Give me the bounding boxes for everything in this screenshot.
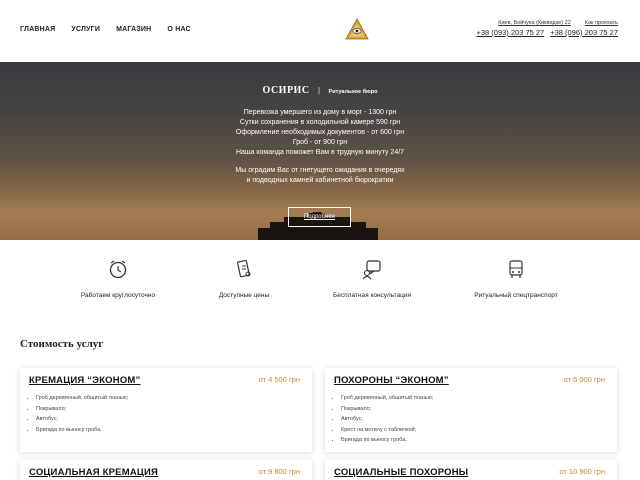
hero-brand: ОСИРИС | Ритуальное бюро <box>0 80 640 98</box>
price-card-social-cremation[interactable]: СОЦИАЛЬНАЯ КРЕМАЦИЯ от 9 800 грн <box>20 460 312 480</box>
feature-item: Ритуальный спецтранспорт <box>456 258 576 299</box>
eye-pyramid-logo[interactable] <box>345 18 369 40</box>
brand-name: ОСИРИС <box>262 85 310 96</box>
hero-offers: Перевозка умершего из дому в морг - 1300… <box>0 108 640 158</box>
card-price: от 10 900 грн <box>559 467 605 476</box>
hero-tagline: Мы оградим Вас от гнетущего ожидания в о… <box>0 166 640 186</box>
card-title[interactable]: КРЕМАЦИЯ “ЭКОНОМ” <box>29 375 141 386</box>
bus-icon <box>509 260 523 278</box>
list-item: Автобус; <box>36 414 128 425</box>
nav-home[interactable]: ГЛАВНАЯ <box>20 26 55 33</box>
more-button[interactable]: Подробнее <box>288 207 351 227</box>
hero-line: и подводных камней кабинетной бюрократии <box>246 177 394 184</box>
hero-line: Наша команда поможет Вам в трудную минут… <box>235 149 405 156</box>
hero-line: Оформление необходимых документов - от 6… <box>235 129 405 136</box>
clock-icon <box>109 260 127 279</box>
feature-label: Доступные цены <box>218 292 270 299</box>
price-card-social-funeral[interactable]: СОЦИАЛЬНЫЕ ПОХОРОНЫ от 10 900 грн <box>325 460 617 480</box>
address-link[interactable]: Киев, Бойчука (Киквидзе) 22 <box>498 20 571 26</box>
list-item: Покрывало; <box>341 404 433 415</box>
price-card-cremation-econom[interactable]: КРЕМАЦИЯ “ЭКОНОМ” от 4 500 грн Гроб дере… <box>20 368 312 452</box>
card-price: от 5 000 грн <box>563 375 605 384</box>
feature-label: Ритуальный спецтранспорт <box>474 292 558 299</box>
card-title[interactable]: ПОХОРОНЫ “ЭКОНОМ” <box>334 375 449 386</box>
hero-line: Мы оградим Вас от гнетущего ожидания в о… <box>235 167 405 174</box>
list-item: Гроб деревянный, обшитый тканью; <box>36 393 128 404</box>
main-nav: ГЛАВНАЯ УСЛУГИ МАГАЗИН О НАС <box>20 26 191 33</box>
price-card-funeral-econom[interactable]: ПОХОРОНЫ “ЭКОНОМ” от 5 000 грн Гроб дере… <box>325 368 617 452</box>
consultation-icon <box>362 260 381 280</box>
list-item: Крест на могилу с табличкой; <box>341 425 433 436</box>
phone-link-1[interactable]: +38 (093) 203 75 27 <box>476 28 544 37</box>
list-item: Бригада по выносу гроба. <box>341 435 433 446</box>
nav-shop[interactable]: МАГАЗИН <box>116 26 151 33</box>
hero-line: Гроб - от 900 грн <box>292 139 348 146</box>
hero-line: Сутки сохранения в холодильной камере 59… <box>239 119 401 126</box>
card-list: Гроб деревянный, обшитый тканью; Покрыва… <box>36 393 128 435</box>
card-price: от 4 500 грн <box>258 375 300 384</box>
prices-title: Стоимость услуг <box>20 338 104 350</box>
phone-link-2[interactable]: +38 (096) 203 75 27 <box>550 28 618 37</box>
list-item: Гроб деревянный, обшитый тканью; <box>341 393 433 404</box>
route-link[interactable]: Как проехать <box>585 20 618 26</box>
list-item: Автобус; <box>341 414 433 425</box>
feature-item: Доступные цены <box>184 258 304 299</box>
brand-separator: | <box>318 86 321 95</box>
feature-item: Работаем круглосуточно <box>58 258 178 299</box>
site-header: ГЛАВНАЯ УСЛУГИ МАГАЗИН О НАС Киев, Бойчу… <box>0 0 640 62</box>
list-item: Бригада по выносу гроба. <box>36 425 128 436</box>
feature-label: Бесплатная консультация <box>333 292 411 299</box>
hero-line: Перевозка умершего из дому в морг - 1300… <box>243 109 397 116</box>
card-list: Гроб деревянный, обшитый тканью; Покрыва… <box>341 393 433 446</box>
hero-banner: ОСИРИС | Ритуальное бюро Перевозка умерш… <box>0 62 640 240</box>
header-contacts: Киев, Бойчука (Киквидзе) 22 Как проехать… <box>476 20 618 37</box>
brand-subtitle: Ритуальное бюро <box>328 89 378 95</box>
features-row: Работаем круглосуточно Доступные цены Бе… <box>0 258 640 308</box>
card-title[interactable]: СОЦИАЛЬНЫЕ ПОХОРОНЫ <box>334 467 468 478</box>
list-item: Покрывало; <box>36 404 128 415</box>
card-title[interactable]: СОЦИАЛЬНАЯ КРЕМАЦИЯ <box>29 467 158 478</box>
price-tag-icon <box>237 259 251 278</box>
nav-services[interactable]: УСЛУГИ <box>71 26 100 33</box>
feature-label: Работаем круглосуточно <box>80 292 156 299</box>
feature-item: Бесплатная консультация <box>312 258 432 299</box>
nav-about[interactable]: О НАС <box>167 26 190 33</box>
card-price: от 9 800 грн <box>258 467 300 476</box>
